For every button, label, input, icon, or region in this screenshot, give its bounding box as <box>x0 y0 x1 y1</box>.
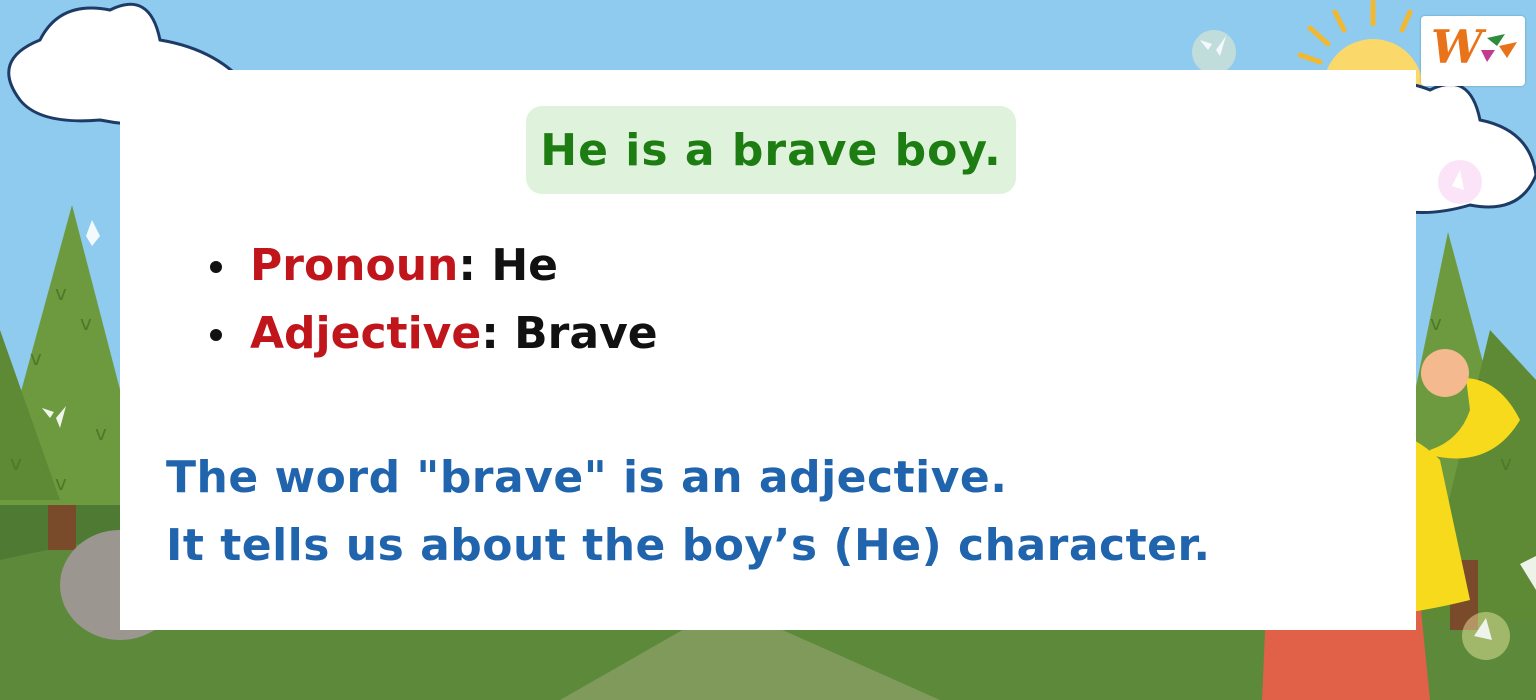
svg-text:v: v <box>30 346 42 370</box>
parts-list: Pronoun: He Adjective: Brave <box>200 232 658 368</box>
separator: : <box>458 240 476 291</box>
svg-text:v: v <box>10 451 22 475</box>
bullet-dot <box>210 261 222 273</box>
svg-text:v: v <box>80 311 92 335</box>
svg-text:v: v <box>55 471 67 495</box>
separator: : <box>481 308 499 359</box>
svg-text:v: v <box>1430 311 1442 335</box>
logo: W <box>1421 16 1525 86</box>
logo-mark-icon <box>1481 34 1517 62</box>
svg-text:v: v <box>1500 451 1512 475</box>
bullet-dot <box>210 329 222 341</box>
explanation-line: The word "brave" is an adjective. <box>166 452 1008 503</box>
term-value: He <box>491 240 558 291</box>
svg-text:v: v <box>55 281 67 305</box>
term-label: Adjective <box>250 308 482 359</box>
list-item: Adjective: Brave <box>200 300 658 368</box>
explanation-line: It tells us about the boy’s (He) charact… <box>166 520 1211 571</box>
example-sentence: He is a brave boy. <box>526 106 1016 194</box>
term-label: Pronoun <box>250 240 459 291</box>
explanation: The word "brave" is an adjective. It tel… <box>166 444 1211 580</box>
term-value: Brave <box>514 308 658 359</box>
list-item: Pronoun: He <box>200 232 658 300</box>
svg-text:v: v <box>95 421 107 445</box>
